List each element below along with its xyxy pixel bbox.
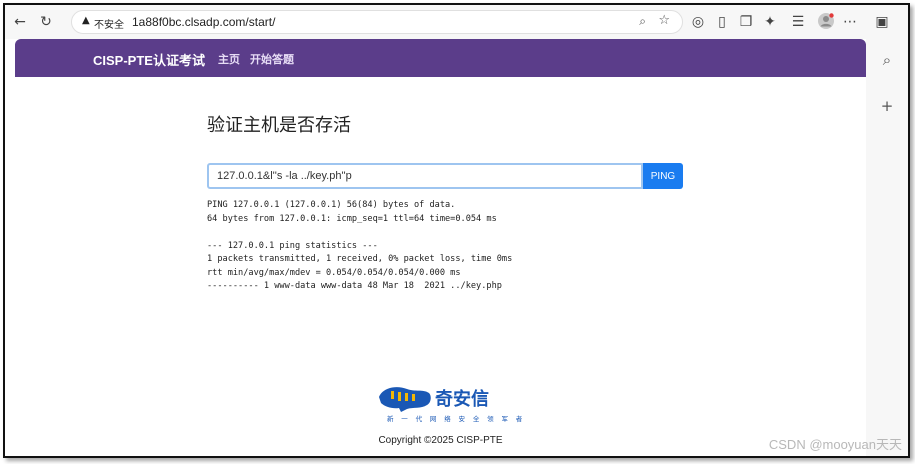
nav-link-start-quiz[interactable]: 开始答题 <box>250 51 294 67</box>
csdn-watermark: CSDN @mooyuan天天 <box>768 437 902 452</box>
doc-icon[interactable]: ▯ <box>713 13 731 31</box>
qianxin-logo: 奇安信 新 一 代 网 络 安 全 领 军 者 <box>377 383 545 425</box>
output-line: ---------- 1 www-data www-data 48 Mar 18… <box>207 281 502 291</box>
page-title: 验证主机是否存活 <box>207 115 351 135</box>
output-line: 64 bytes from 127.0.0.1: icmp_seq=1 ttl=… <box>207 213 497 224</box>
tiger-logo-icon <box>379 387 431 412</box>
warning-icon: ▲ <box>82 15 90 26</box>
navbar: CISP-PTE认证考试 主页 开始答题 <box>15 39 866 77</box>
browser-window: ← ↻ ▲ 不安全 1a88f0bc.clsadp.com/start/ ⌕ ☆… <box>3 3 910 458</box>
output-line: PING 127.0.0.1 (127.0.0.1) 56(84) bytes … <box>207 200 456 210</box>
ping-button[interactable]: PING <box>643 163 683 189</box>
back-icon[interactable]: ← <box>11 13 29 31</box>
search-icon[interactable]: ⌕ <box>878 51 896 69</box>
host-input[interactable] <box>207 163 643 189</box>
reload-icon[interactable]: ↻ <box>37 13 55 31</box>
copyright-text: Copyright ©2025 CISP-PTE <box>378 435 503 446</box>
browser-toolbar: ← ↻ ▲ 不安全 1a88f0bc.clsadp.com/start/ ⌕ ☆… <box>5 5 908 39</box>
address-bar[interactable]: ▲ 不安全 1a88f0bc.clsadp.com/start/ ⌕ ☆ <box>71 10 683 34</box>
url-text[interactable]: 1a88f0bc.clsadp.com/start/ <box>132 15 275 29</box>
circle-icon[interactable]: ◎ <box>689 13 707 31</box>
brand-title[interactable]: CISP-PTE认证考试 <box>93 50 205 69</box>
logo-name: 奇安信 <box>435 389 489 409</box>
copy-icon[interactable]: ❐ <box>737 13 755 31</box>
plus-icon[interactable]: + <box>878 97 896 115</box>
profile-icon[interactable] <box>817 13 835 31</box>
star-icon[interactable]: ☆ <box>658 13 670 28</box>
security-label[interactable]: 不安全 <box>94 16 124 31</box>
command-output: PING 127.0.0.1 (127.0.0.1) 56(84) bytes … <box>207 199 767 294</box>
output-line: --- 127.0.0.1 ping statistics --- <box>207 240 378 251</box>
more-icon[interactable]: ⋯ <box>841 13 859 31</box>
nav-link-home[interactable]: 主页 <box>218 51 240 67</box>
zoom-icon[interactable]: ⌕ <box>639 14 646 29</box>
output-line: rtt min/avg/max/mdev = 0.054/0.054/0.054… <box>207 267 461 278</box>
logo-tagline: 新 一 代 网 络 安 全 领 军 者 <box>387 416 526 423</box>
sidebar-icon[interactable]: ▣ <box>873 13 891 31</box>
favorites-icon[interactable]: ☰ <box>789 13 807 31</box>
output-line: 1 packets transmitted, 1 received, 0% pa… <box>207 254 513 264</box>
page-viewport: CISP-PTE认证考试 主页 开始答题 验证主机是否存活 PING PING … <box>15 39 866 456</box>
side-panel: ⌕ + <box>866 39 908 456</box>
extension-icon[interactable]: ✦ <box>761 13 779 31</box>
